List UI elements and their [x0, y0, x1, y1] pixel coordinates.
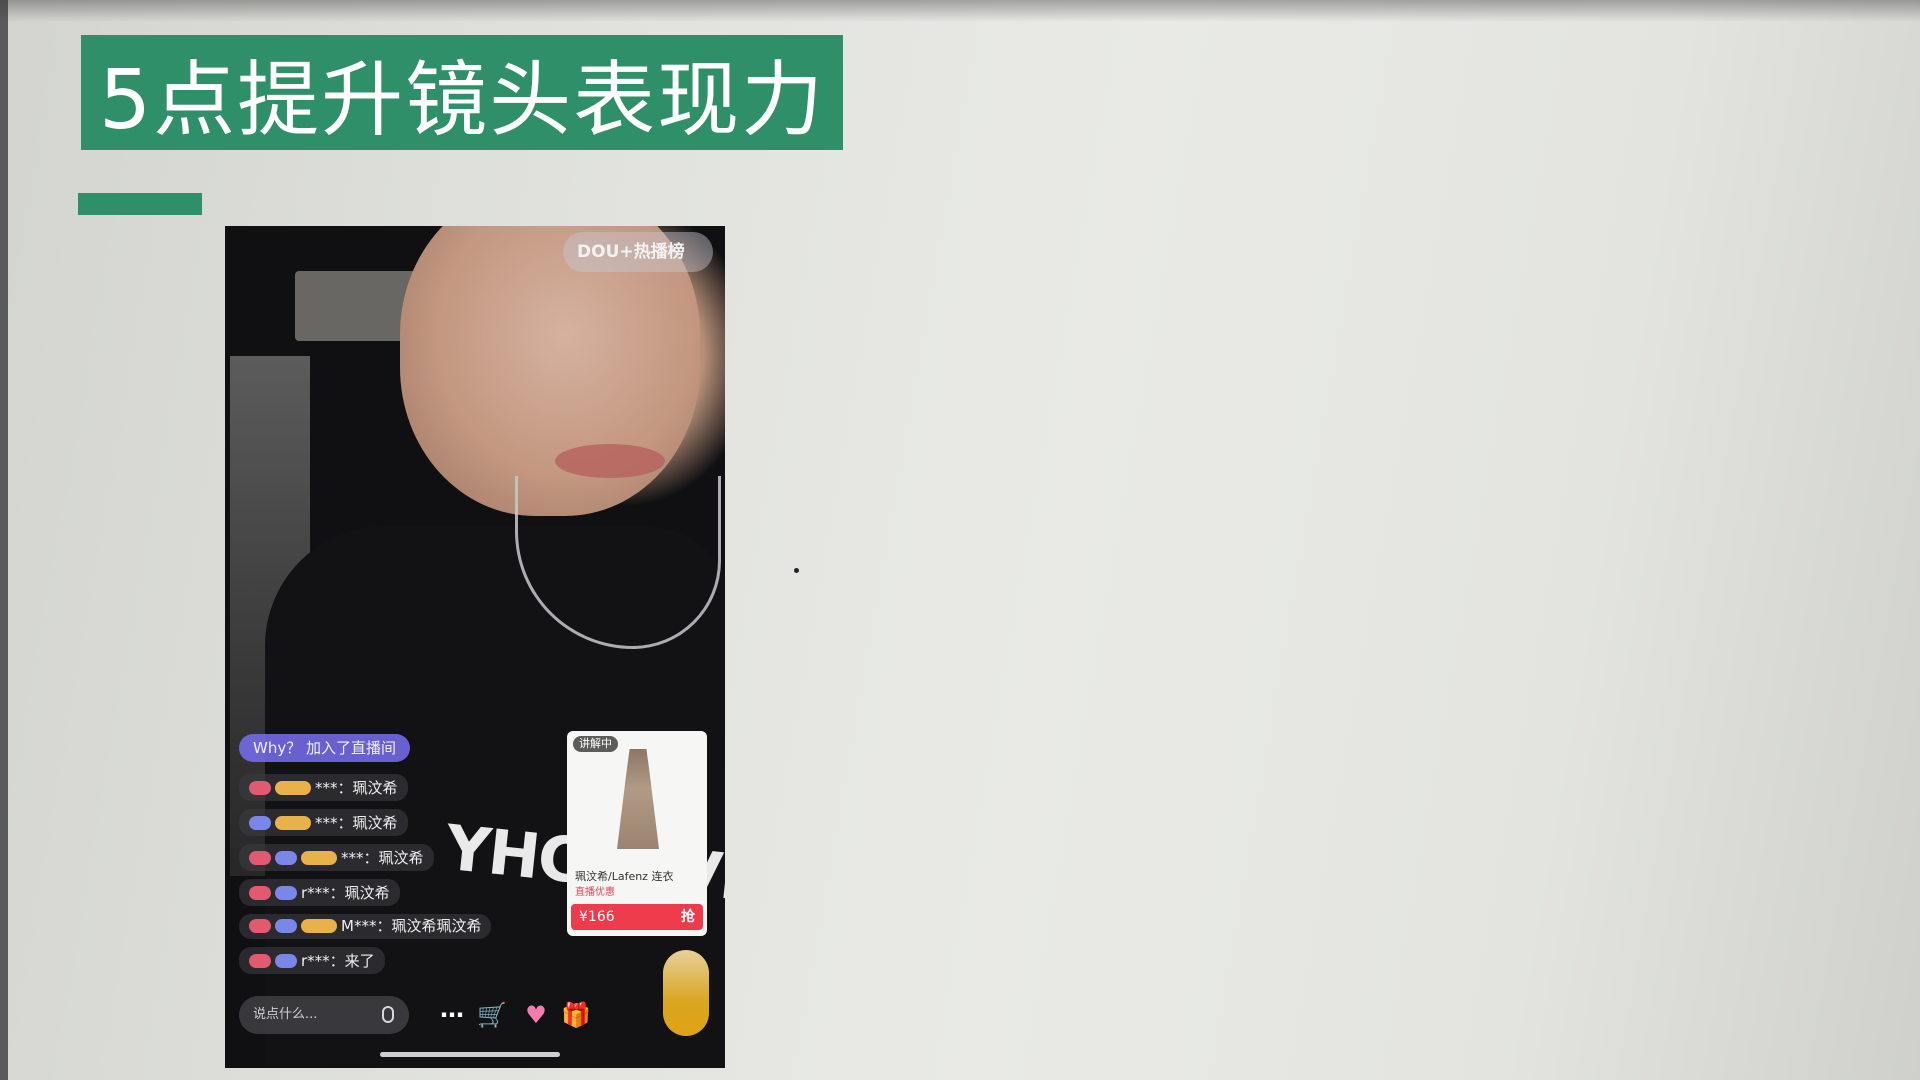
user-level-badge — [249, 851, 271, 865]
fan-badge — [275, 851, 297, 865]
user-level-badge — [249, 886, 271, 900]
comment-item: r***：珮汶希 — [239, 879, 400, 906]
mouse-cursor — [794, 568, 799, 573]
slide-title: 5点提升镜头表现力 — [99, 53, 826, 148]
buy-label: 抢 — [681, 909, 695, 925]
comment-item: ***：珮汶希 — [239, 844, 434, 871]
fan-badge — [275, 781, 311, 795]
slide-title-bar: 5点提升镜头表现力 — [81, 35, 843, 150]
heart-icon[interactable]: ♥ — [519, 1000, 553, 1030]
title-accent-bar — [78, 193, 202, 215]
user-level-badge — [249, 781, 271, 795]
product-explaining-tag: 讲解中 — [573, 736, 618, 752]
comment-item: r***：来了 — [239, 947, 385, 974]
fan-badge — [275, 954, 297, 968]
home-indicator — [380, 1052, 560, 1057]
comment-list: ***：珮汶希 ***：珮汶希 ***：珮汶希 r***：珮汶希 M***：珮汶… — [239, 774, 529, 982]
dress-image — [617, 749, 659, 849]
gift-icon[interactable]: 🎁 — [559, 1000, 593, 1030]
buy-button[interactable]: ¥166 抢 — [571, 904, 703, 930]
screen-top-shade — [0, 0, 1920, 22]
comment-item: M***：珮汶希珮汶希 — [239, 914, 492, 939]
more-icon[interactable]: ⋯ — [435, 1000, 469, 1030]
bottom-toolbar: 说点什么... ⋯ 🛒 ♥ 🎁 — [239, 996, 719, 1040]
fan-badge — [275, 919, 297, 933]
product-price: ¥166 — [579, 909, 615, 925]
dou-rank-badge[interactable]: DOU+热播榜 — [563, 232, 713, 272]
user-level-badge — [249, 954, 271, 968]
comment-item: ***：珮汶希 — [239, 774, 408, 801]
user-level-badge — [249, 919, 271, 933]
fan-badge — [275, 886, 297, 900]
mic-icon[interactable] — [382, 1006, 394, 1023]
fan-badge — [301, 919, 337, 933]
user-level-badge — [249, 816, 271, 830]
live-stream-screenshot: YHCNЭVI DOU+热播榜 Why？ 加入了直播间 ***：珮汶希 ***：… — [225, 226, 725, 1068]
join-message: Why？ 加入了直播间 — [239, 734, 410, 762]
product-name: 珮汶希/Lafenz 连衣 — [575, 870, 674, 883]
product-card[interactable]: 讲解中 珮汶希/Lafenz 连衣 直播优惠 ¥166 抢 — [567, 731, 707, 936]
screen-left-edge — [0, 0, 8, 1080]
cart-icon[interactable]: 🛒 — [475, 1000, 509, 1030]
comment-item: ***：珮汶希 — [239, 809, 408, 836]
fan-badge — [301, 851, 337, 865]
fan-badge — [275, 816, 311, 830]
product-subtitle: 直播优惠 — [575, 887, 615, 898]
host-lips — [555, 444, 665, 478]
